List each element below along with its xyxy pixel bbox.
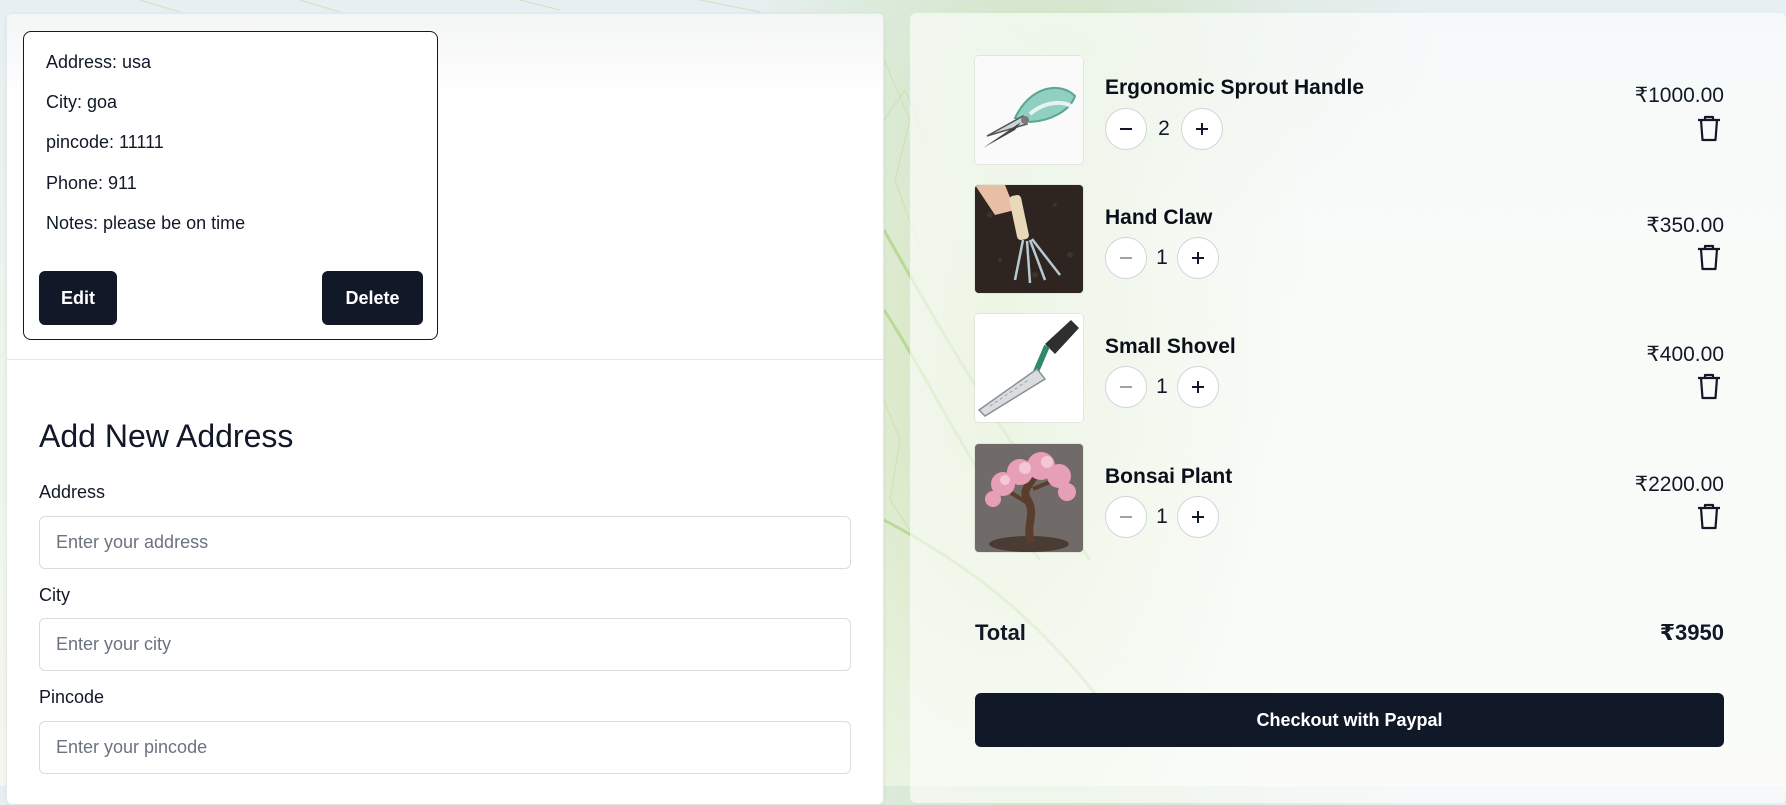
minus-icon — [1120, 257, 1132, 259]
trash-icon[interactable] — [1696, 372, 1722, 400]
address-card: Address: usa City: goa pincode: 11111 Ph… — [23, 31, 438, 340]
quantity-value: 1 — [1156, 505, 1168, 528]
pruner-image — [975, 56, 1083, 164]
saved-addresses-section: Address: usa City: goa pincode: 11111 Ph… — [7, 14, 883, 360]
quantity-value: 1 — [1156, 246, 1168, 269]
bonsai-image — [975, 444, 1083, 552]
plus-icon — [1192, 511, 1204, 523]
pincode-input[interactable] — [39, 721, 851, 774]
small-shovel-image — [975, 314, 1083, 422]
pincode-label: Pincode — [39, 687, 105, 707]
item-price: ₹1000.00 — [1634, 84, 1724, 107]
item-price: ₹350.00 — [1646, 214, 1724, 237]
plus-icon — [1196, 123, 1208, 135]
decrease-quantity-button[interactable] — [1105, 366, 1147, 408]
minus-icon — [1120, 128, 1132, 130]
address-panel: Address: usa City: goa pincode: 11111 Ph… — [6, 13, 884, 805]
trash-icon[interactable] — [1696, 243, 1722, 271]
quantity-value: 1 — [1156, 375, 1168, 398]
checkout-paypal-button[interactable]: Checkout with Paypal — [975, 693, 1724, 747]
item-name: Bonsai Plant — [1105, 465, 1233, 488]
delete-address-button[interactable]: Delete — [322, 271, 423, 325]
minus-icon — [1120, 386, 1132, 388]
decrease-quantity-button[interactable] — [1105, 237, 1147, 279]
notes-line: Notes: please be on time — [46, 213, 246, 233]
item-name: Small Shovel — [1105, 335, 1236, 358]
total-label: Total — [975, 620, 1026, 645]
city-input[interactable] — [39, 618, 851, 671]
decrease-quantity-button[interactable] — [1105, 496, 1147, 538]
cart-panel: Ergonomic Sprout Handle 2 ₹1000.00 Hand … — [910, 13, 1786, 803]
item-name: Hand Claw — [1105, 206, 1213, 229]
trash-icon[interactable] — [1696, 502, 1722, 530]
address-line: Address: usa — [46, 52, 152, 72]
phone-line: Phone: 911 — [46, 173, 137, 193]
edit-address-button[interactable]: Edit — [39, 271, 117, 325]
increase-quantity-button[interactable] — [1181, 108, 1223, 150]
quantity-value: 2 — [1158, 117, 1170, 140]
plus-icon — [1192, 381, 1204, 393]
total-value: ₹3950 — [1659, 620, 1724, 645]
item-price: ₹400.00 — [1646, 343, 1724, 366]
increase-quantity-button[interactable] — [1177, 496, 1219, 538]
decrease-quantity-button[interactable] — [1105, 108, 1147, 150]
increase-quantity-button[interactable] — [1177, 366, 1219, 408]
trash-icon[interactable] — [1696, 114, 1722, 142]
minus-icon — [1120, 516, 1132, 518]
item-name: Ergonomic Sprout Handle — [1105, 76, 1365, 99]
city-label: City — [39, 585, 70, 605]
add-address-title: Add New Address — [39, 418, 294, 454]
city-line: City: goa — [46, 92, 118, 112]
item-price: ₹2200.00 — [1634, 473, 1724, 496]
increase-quantity-button[interactable] — [1177, 237, 1219, 279]
pincode-line: pincode: 11111 — [46, 132, 164, 152]
hand-claw-image — [975, 185, 1083, 293]
plus-icon — [1192, 252, 1204, 264]
address-label: Address — [39, 482, 106, 502]
address-input[interactable] — [39, 516, 851, 569]
